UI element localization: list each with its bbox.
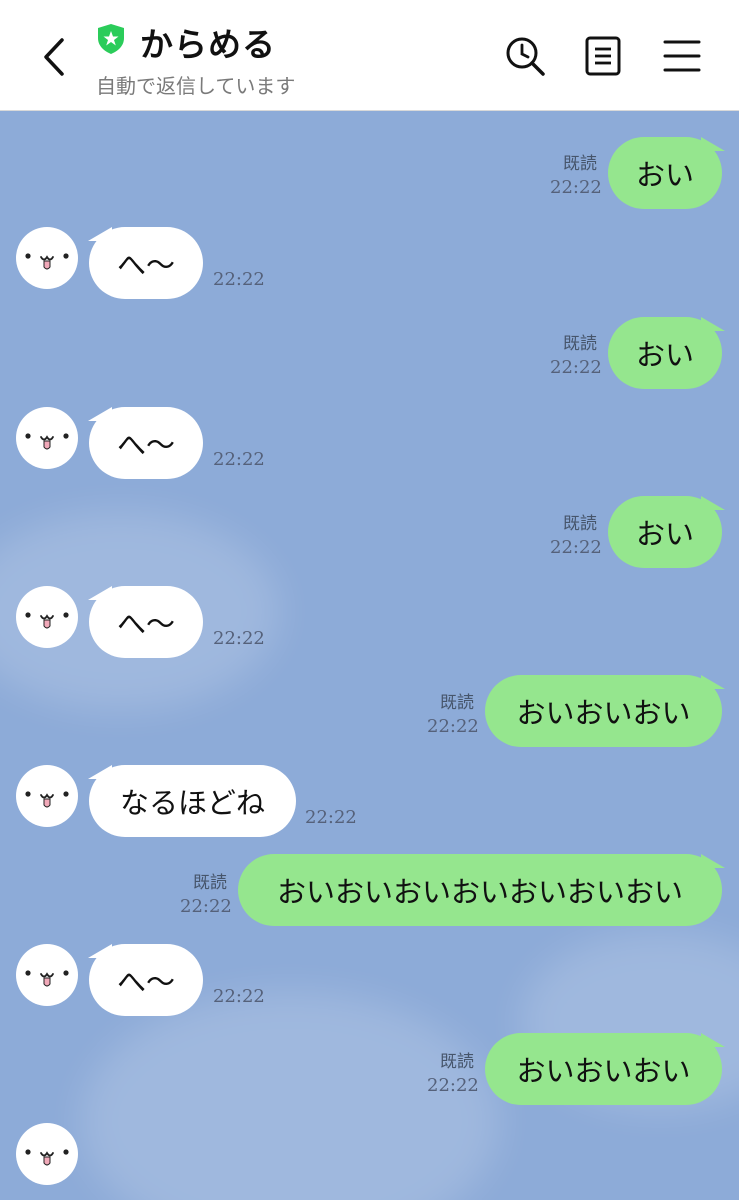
message-bubble[interactable]: なるほどね	[89, 765, 296, 837]
read-receipt: 既読	[440, 693, 474, 713]
bubble-tail	[701, 854, 725, 868]
bubble-tail	[701, 675, 725, 689]
message-time: 22:22	[550, 357, 602, 378]
menu-button[interactable]	[660, 34, 704, 78]
smiley-face-icon	[25, 791, 69, 808]
smiley-face-icon	[25, 253, 69, 270]
bubble-tail	[88, 586, 112, 600]
message-time: 22:22	[550, 177, 602, 198]
message-time: 22:22	[427, 1075, 479, 1096]
message-time: 22:22	[305, 807, 357, 828]
message-time: 22:22	[180, 896, 232, 917]
read-receipt: 既読	[563, 154, 597, 174]
bubble-tail	[88, 407, 112, 421]
bubble-tail	[701, 137, 725, 151]
bubble-tail	[701, 317, 725, 331]
smiley-face-icon	[25, 612, 69, 629]
message-time: 22:22	[213, 269, 265, 290]
message-bubble[interactable]: おいおいおいおいおいおいおい	[238, 854, 722, 926]
verified-shield-icon	[98, 24, 124, 54]
bubble-tail	[88, 227, 112, 241]
avatar[interactable]	[16, 765, 78, 827]
avatar[interactable]	[16, 944, 78, 1006]
chat-title: からめる	[140, 25, 276, 64]
search-button[interactable]	[503, 34, 547, 78]
read-receipt: 既読	[440, 1052, 474, 1072]
message-time: 22:22	[213, 449, 265, 470]
message-time: 22:22	[213, 986, 265, 1007]
read-receipt: 既読	[193, 873, 227, 893]
avatar[interactable]	[16, 227, 78, 289]
read-receipt: 既読	[563, 334, 597, 354]
bubble-tail	[88, 765, 112, 779]
read-receipt: 既読	[563, 514, 597, 534]
avatar[interactable]	[16, 1123, 78, 1185]
message-time: 22:22	[213, 628, 265, 649]
message-bubble[interactable]: おいおいおい	[485, 1033, 722, 1105]
message-time: 22:22	[427, 716, 479, 737]
bubble-tail	[701, 1033, 725, 1047]
auto-reply-status: 自動で返信しています	[96, 74, 296, 98]
smiley-face-icon	[25, 970, 69, 987]
smiley-face-icon	[25, 433, 69, 450]
message-time: 22:22	[550, 537, 602, 558]
search-history-icon	[506, 37, 545, 76]
back-button[interactable]	[36, 34, 76, 80]
smiley-face-icon	[25, 1149, 69, 1166]
notes-icon	[585, 36, 621, 76]
menu-icon	[663, 40, 701, 72]
avatar[interactable]	[16, 407, 78, 469]
bubble-tail	[88, 944, 112, 958]
avatar[interactable]	[16, 586, 78, 648]
bubble-tail	[701, 496, 725, 510]
chat-area[interactable]: 既読 22:22 おい へ〜 22:22 既読 22:22 おい へ〜 22:2…	[0, 111, 739, 1200]
back-icon	[44, 38, 64, 76]
chat-header: からめる 自動で返信しています	[0, 0, 739, 111]
notes-button[interactable]	[581, 34, 625, 78]
message-bubble[interactable]: おいおいおい	[485, 675, 722, 747]
